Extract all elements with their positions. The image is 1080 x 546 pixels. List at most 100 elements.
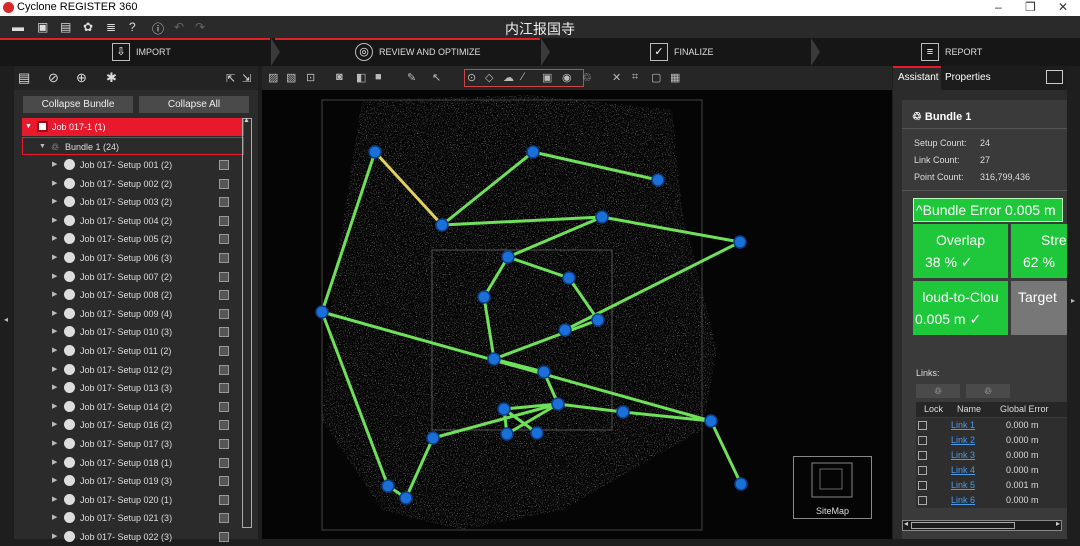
- chevron-right-icon[interactable]: ▶: [52, 305, 57, 323]
- links-horizontal-scrollbar[interactable]: ◂ ▸: [902, 519, 1062, 531]
- panel-view-icon[interactable]: ◧: [356, 71, 366, 84]
- image-icon[interactable]: [219, 178, 229, 189]
- link-name[interactable]: Link 3: [951, 450, 975, 460]
- chevron-right-icon[interactable]: ▶: [52, 230, 57, 248]
- minimize-button[interactable]: –: [995, 0, 1002, 14]
- chevron-right-icon[interactable]: ▶: [52, 379, 57, 397]
- tree-setup-row[interactable]: ▶ Job 017- Setup 012 (2): [22, 361, 244, 379]
- chevron-right-icon[interactable]: ▶: [52, 156, 57, 174]
- step-finalize[interactable]: ✓ FINALIZE: [650, 38, 714, 66]
- setup-node[interactable]: [734, 477, 748, 491]
- chevron-right-icon[interactable]: ▶: [52, 268, 57, 286]
- chevron-down-icon[interactable]: ▼: [25, 118, 32, 136]
- image-icon[interactable]: [219, 383, 229, 394]
- tree-setup-row[interactable]: ▶ Job 017- Setup 007 (2): [22, 268, 244, 286]
- image-icon[interactable]: [219, 439, 229, 449]
- setup-node[interactable]: [435, 218, 449, 232]
- popout-icon[interactable]: [1046, 70, 1063, 84]
- auto-link-button[interactable]: ♲: [966, 384, 1010, 398]
- collapse-icon[interactable]: ⇲: [242, 72, 251, 85]
- setup-node[interactable]: [500, 427, 514, 441]
- tab-links-icon[interactable]: ⊘: [48, 70, 59, 86]
- cursor-icon[interactable]: ↖: [432, 71, 441, 84]
- image-icon[interactable]: [219, 308, 229, 319]
- setup-node[interactable]: [381, 479, 395, 493]
- chevron-right-icon[interactable]: ▶: [52, 472, 57, 490]
- chevron-right-icon[interactable]: ▶: [52, 454, 57, 472]
- tree-setup-row[interactable]: ▶ Job 017- Setup 008 (2): [22, 286, 244, 304]
- chevron-right-icon[interactable]: ▶: [52, 491, 57, 509]
- target-tile[interactable]: Target --: [1011, 281, 1067, 335]
- tree-scrollbar[interactable]: ▲: [242, 117, 252, 539]
- maximize-button[interactable]: ❐: [1025, 0, 1036, 14]
- viewport-3d[interactable]: SiteMap: [262, 90, 892, 539]
- tree-setup-row[interactable]: ▶ Job 017- Setup 001 (2): [22, 156, 244, 174]
- chevron-right-icon[interactable]: ▶: [52, 398, 57, 416]
- link-row[interactable]: Link 1 0.000 m: [916, 418, 1067, 433]
- tree-setup-row[interactable]: ▶ Job 017- Setup 002 (2): [22, 175, 244, 193]
- chevron-right-icon[interactable]: ▶: [52, 435, 57, 453]
- tree-setup-row[interactable]: ▶ Job 017- Setup 018 (1): [22, 454, 244, 472]
- tree-setup-row[interactable]: ▶ Job 017- Setup 020 (1): [22, 491, 244, 509]
- setup-node[interactable]: [591, 313, 605, 327]
- lock-checkbox[interactable]: [918, 481, 927, 490]
- link-icon[interactable]: ⁄: [522, 71, 524, 83]
- lock-checkbox[interactable]: [918, 436, 927, 445]
- tab-network-icon[interactable]: ✱: [106, 70, 117, 86]
- setup-node[interactable]: [562, 271, 576, 285]
- image-icon[interactable]: [219, 327, 229, 338]
- scroll-right-icon[interactable]: ▸: [1056, 519, 1060, 528]
- image-icon[interactable]: ▣: [542, 71, 552, 84]
- lock-checkbox[interactable]: [918, 421, 927, 430]
- add-link-button[interactable]: ♲: [916, 384, 960, 398]
- camera-icon[interactable]: ◙: [336, 71, 343, 83]
- frame-icon[interactable]: ▢: [651, 71, 661, 84]
- target-icon[interactable]: ⊙: [467, 71, 476, 84]
- tab-project-icon[interactable]: ▤: [18, 70, 30, 86]
- chevron-right-icon[interactable]: ▶: [52, 342, 57, 360]
- split-icon[interactable]: ✕: [612, 71, 621, 84]
- sitemap-thumbnail[interactable]: SiteMap: [793, 456, 872, 519]
- tree-setup-row[interactable]: ▶ Job 017- Setup 016 (2): [22, 416, 244, 434]
- image-icon[interactable]: [219, 457, 229, 468]
- chevron-right-icon[interactable]: ▶: [52, 361, 57, 379]
- image-icon[interactable]: [219, 271, 229, 282]
- image-icon[interactable]: [219, 401, 229, 412]
- step-review-optimize[interactable]: ◎ REVIEW AND OPTIMIZE: [355, 38, 481, 66]
- tab-properties[interactable]: Properties: [945, 72, 991, 83]
- overlap-tile[interactable]: Overlap 38 % ✓: [913, 224, 1008, 278]
- link-line[interactable]: [709, 420, 743, 485]
- image-icon[interactable]: [219, 215, 229, 226]
- tag-icon[interactable]: ◇: [485, 71, 493, 84]
- tree-setup-row[interactable]: ▶ Job 017- Setup 022 (3): [22, 528, 244, 546]
- link-name[interactable]: Link 6: [951, 495, 975, 505]
- scrollbar-thumb[interactable]: [911, 522, 1015, 529]
- link-row[interactable]: Link 3 0.000 m: [916, 448, 1067, 463]
- right-collapse-strip[interactable]: ▸: [1067, 66, 1080, 539]
- scroll-up-icon[interactable]: ▲: [243, 117, 250, 124]
- pin-icon[interactable]: ◉: [562, 71, 572, 84]
- expand-icon[interactable]: ⇱: [226, 72, 235, 85]
- setup-node[interactable]: [704, 414, 718, 428]
- chevron-right-icon[interactable]: ▶: [52, 286, 57, 304]
- stop-icon[interactable]: ■: [375, 71, 382, 83]
- image-icon[interactable]: [219, 476, 229, 487]
- link-name[interactable]: Link 1: [951, 420, 975, 430]
- setup-node[interactable]: [616, 405, 630, 419]
- image-icon[interactable]: [219, 253, 229, 263]
- image-icon[interactable]: [219, 290, 229, 301]
- link-row[interactable]: Link 6 0.000 m: [916, 493, 1067, 508]
- link-row[interactable]: Link 4 0.000 m: [916, 463, 1067, 478]
- setup-node[interactable]: [477, 290, 491, 304]
- setup-node[interactable]: [487, 352, 501, 366]
- tree-setup-row[interactable]: ▶ Job 017- Setup 017 (3): [22, 435, 244, 453]
- tree-setup-row[interactable]: ▶ Job 017- Setup 005 (2): [22, 230, 244, 248]
- chevron-right-icon[interactable]: ▶: [52, 416, 57, 434]
- tree-scrollbar-track[interactable]: [242, 118, 252, 528]
- collapse-left-icon[interactable]: ◂: [4, 315, 8, 324]
- link-row[interactable]: Link 2 0.000 m: [916, 433, 1067, 448]
- chevron-right-icon[interactable]: ▶: [52, 528, 57, 546]
- lock-checkbox[interactable]: [918, 451, 927, 460]
- image-icon[interactable]: [219, 513, 229, 524]
- link-row[interactable]: Link 5 0.001 m: [916, 478, 1067, 493]
